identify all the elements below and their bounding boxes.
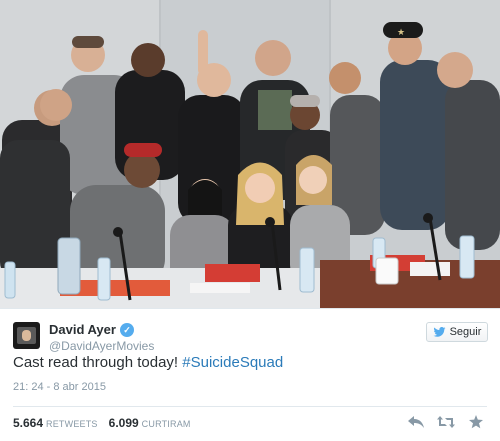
avatar-face <box>22 330 31 341</box>
tweet-card: ★ David Ayer ✓ @DavidAyerMovies Seguir C… <box>0 0 500 441</box>
display-name[interactable]: David Ayer <box>49 322 116 337</box>
twitter-bird-icon <box>433 327 446 337</box>
retweets-label[interactable]: RETWEETS <box>46 419 98 429</box>
avatar[interactable] <box>13 322 40 349</box>
retweet-icon[interactable] <box>435 413 457 431</box>
divider <box>13 406 487 407</box>
tweet-text: Cast read through today! #SuicideSquad <box>13 354 283 371</box>
follow-label: Seguir <box>449 326 482 338</box>
retweets-count[interactable]: 5.664 <box>13 416 43 430</box>
tweet-timestamp[interactable]: 21: 24 - 8 abr 2015 <box>13 381 106 393</box>
likes-count[interactable]: 6.099 <box>109 416 139 430</box>
follow-button[interactable]: Seguir <box>426 322 488 342</box>
tweet-stats: 5.664 RETWEETS 6.099 CURTIRAM <box>13 416 202 430</box>
user-handle[interactable]: @DavidAyerMovies <box>49 339 154 353</box>
reply-icon[interactable] <box>405 413 427 431</box>
author-name-row[interactable]: David Ayer ✓ <box>49 322 134 337</box>
likes-label[interactable]: CURTIRAM <box>142 419 191 429</box>
favorite-icon[interactable] <box>465 413 487 431</box>
cast-photo-illustration: ★ <box>0 0 500 308</box>
cap-logo: ★ <box>397 28 405 38</box>
tweet-body: David Ayer ✓ @DavidAyerMovies Seguir Cas… <box>0 308 500 441</box>
tweet-photo[interactable]: ★ <box>0 0 500 308</box>
tweet-actions <box>397 413 487 431</box>
tweet-text-body: Cast read through today! <box>13 354 183 371</box>
verified-badge-icon: ✓ <box>119 322 134 337</box>
hashtag-link[interactable]: #SuicideSquad <box>182 354 283 371</box>
